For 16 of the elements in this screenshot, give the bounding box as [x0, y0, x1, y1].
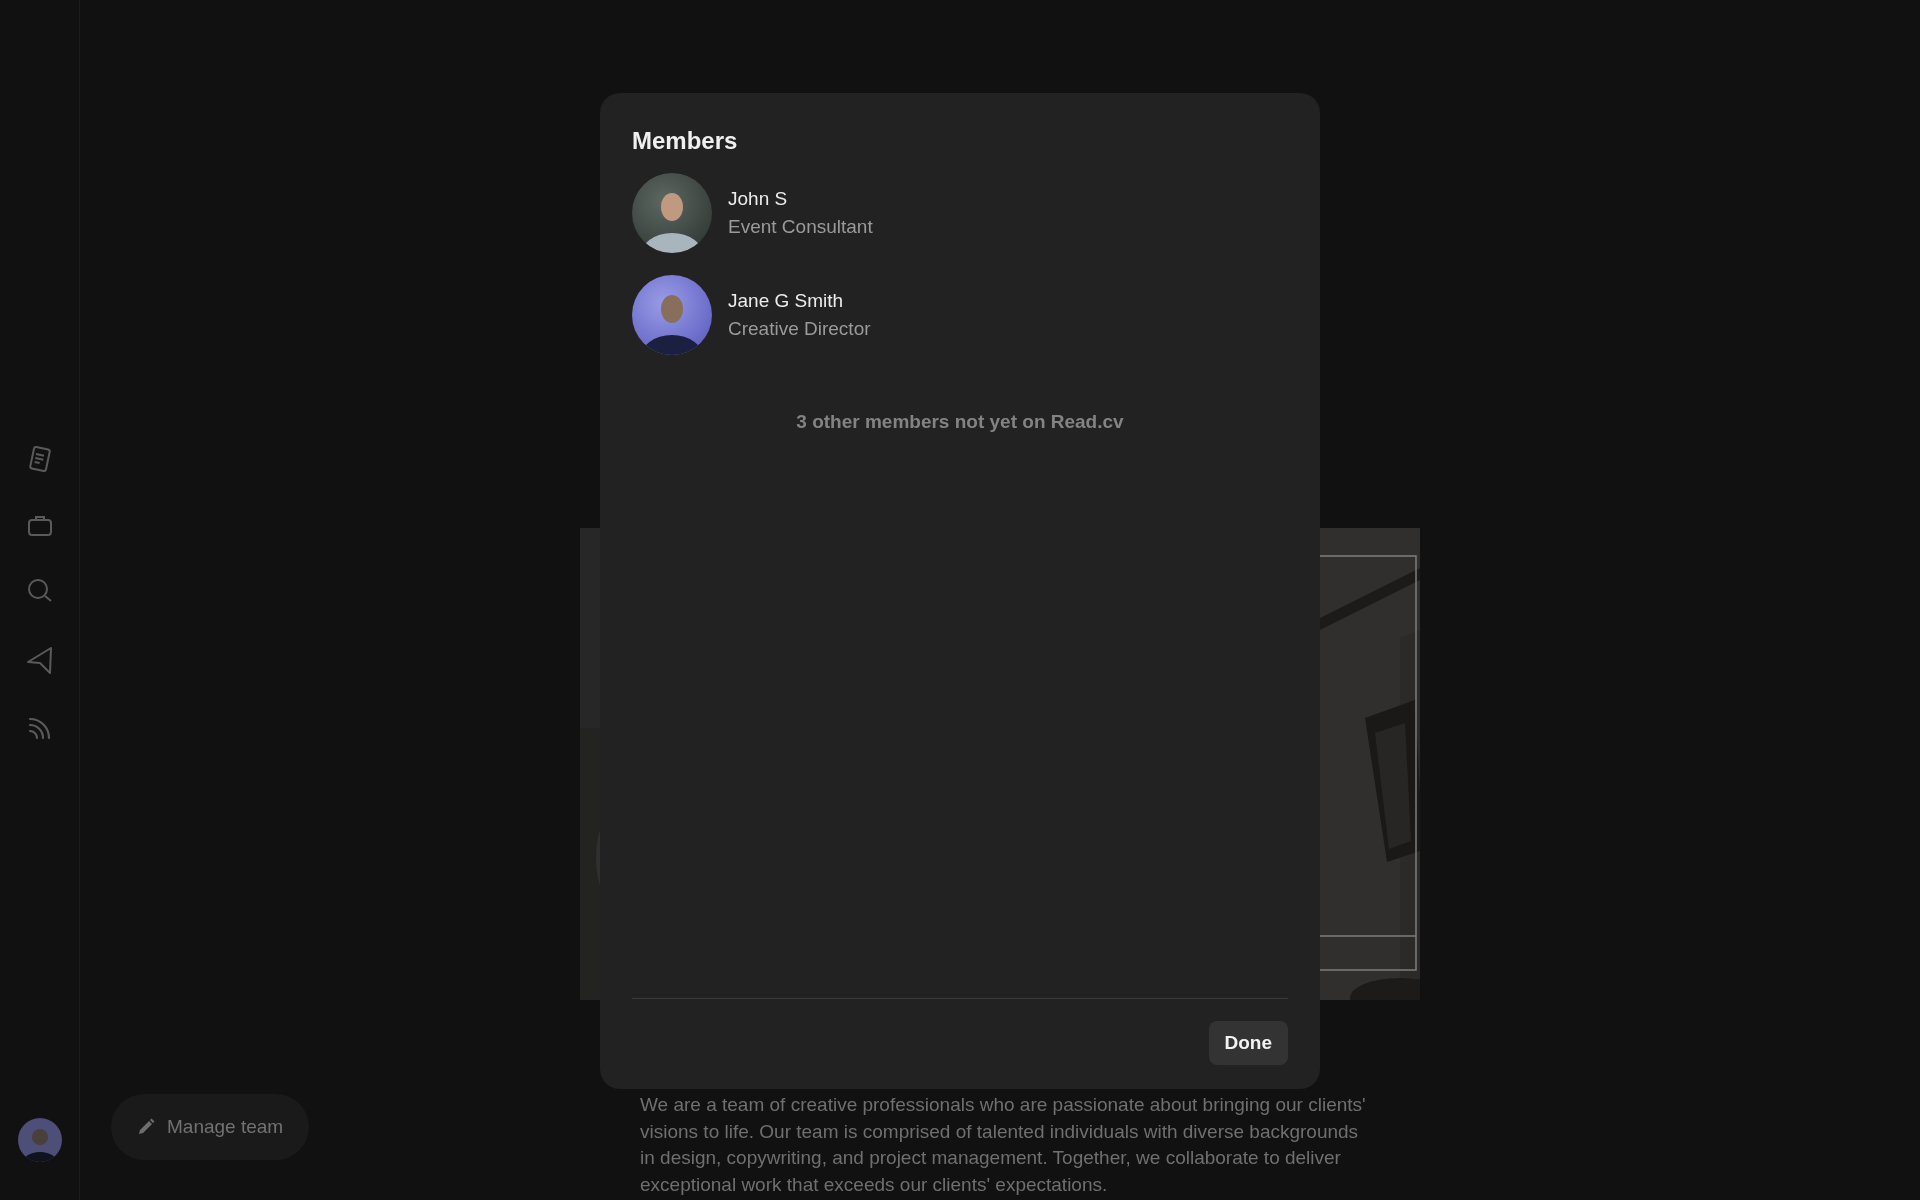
profile-avatar[interactable]	[17, 1118, 62, 1162]
member-role: Event Consultant	[728, 216, 873, 238]
search-icon[interactable]	[25, 577, 54, 605]
member-name: Jane G Smith	[728, 290, 845, 312]
about-paragraph: We are a team of creative professionals who are passionate about bringing our clients' visions to life. Our team is comprised of talented individuals with diverse backgrounds in design, copywriting, and project management. Together, we collaborate to deliver exceptional work that exceeds our clients' expectations.	[640, 1093, 1367, 1197]
dialog-title: Members	[632, 127, 739, 155]
paper-plane-icon[interactable]	[25, 645, 54, 675]
member-name: John S	[728, 188, 789, 210]
members-note: 3 other members not yet on Read.cv	[795, 411, 1125, 433]
done-button[interactable]: Done	[1208, 1021, 1288, 1065]
member-role: Creative Director	[728, 318, 871, 340]
pencil-icon	[137, 1118, 155, 1136]
briefcase-icon[interactable]	[26, 513, 53, 537]
manage-team-button[interactable]: Manage team	[111, 1094, 310, 1160]
document-icon[interactable]	[26, 445, 53, 473]
rss-icon[interactable]	[26, 715, 53, 741]
